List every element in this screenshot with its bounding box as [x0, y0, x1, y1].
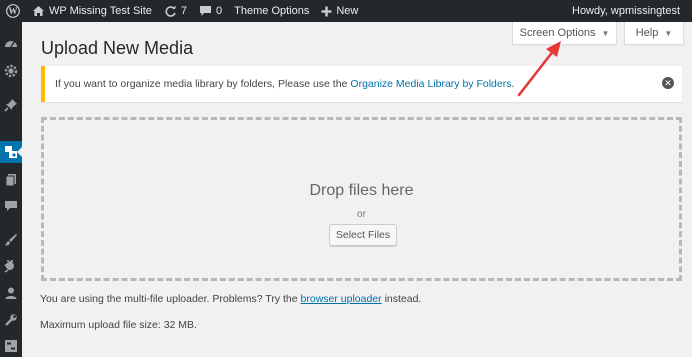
updates-link[interactable]: 7	[158, 0, 193, 22]
uploader-info-suffix: instead.	[384, 293, 422, 305]
appearance-brush-icon[interactable]	[3, 232, 19, 248]
plugins-icon[interactable]	[3, 258, 19, 274]
caret-down-icon: ▼	[664, 28, 673, 38]
plus-icon	[321, 6, 332, 17]
users-icon[interactable]	[3, 285, 19, 301]
help-label: Help	[635, 27, 659, 39]
select-files-button[interactable]: Select Files	[329, 224, 397, 246]
wordpress-logo-icon[interactable]: W	[0, 0, 26, 22]
notice-text: If you want to organize media library by…	[55, 78, 348, 90]
admin-menu	[0, 22, 22, 357]
drop-or-text: or	[357, 209, 366, 220]
tools-wrench-icon[interactable]	[3, 312, 19, 328]
folders-notice: If you want to organize media library by…	[41, 66, 682, 102]
new-content-label: New	[336, 5, 359, 17]
browser-uploader-link[interactable]: browser uploader	[301, 293, 382, 305]
drag-drop-area[interactable]: Drop files here or Select Files	[41, 117, 682, 281]
svg-text:W: W	[9, 6, 18, 16]
comments-link[interactable]: 0	[193, 0, 228, 22]
max-upload-size: Maximum upload file size: 32 MB.	[40, 319, 197, 331]
pages-icon[interactable]	[3, 172, 19, 188]
updates-icon	[164, 5, 177, 18]
settings-sliders-icon[interactable]	[3, 338, 19, 354]
comment-icon	[199, 5, 212, 17]
uploader-info-prefix: You are using the multi-file uploader. P…	[40, 293, 298, 305]
drop-files-heading: Drop files here	[309, 182, 414, 199]
site-name-label: WP Missing Test Site	[49, 5, 152, 17]
media-icon[interactable]	[3, 144, 19, 160]
organize-folders-link[interactable]: Organize Media Library by Folders	[350, 78, 511, 90]
screen-options-button[interactable]: Screen Options ▼	[512, 22, 617, 45]
comments-menu-icon[interactable]	[3, 198, 19, 214]
help-button[interactable]: Help ▼	[624, 22, 684, 45]
gear-icon[interactable]	[3, 63, 19, 79]
updates-count: 7	[180, 5, 188, 17]
site-name-link[interactable]: WP Missing Test Site	[26, 0, 158, 22]
screen-options-label: Screen Options	[519, 27, 596, 39]
dismiss-notice-icon[interactable]: ✕	[662, 77, 674, 89]
page-title: Upload New Media	[41, 38, 194, 58]
comments-count: 0	[216, 5, 223, 17]
new-content-link[interactable]: New	[315, 0, 364, 22]
home-icon	[32, 5, 45, 17]
theme-options-link[interactable]: Theme Options	[228, 0, 315, 22]
posts-pin-icon[interactable]	[3, 97, 19, 113]
caret-down-icon: ▼	[601, 28, 610, 38]
dashboard-icon[interactable]	[3, 36, 19, 52]
my-account-link[interactable]: Howdy, wpmissingtest	[566, 0, 686, 22]
notice-period: .	[511, 78, 515, 90]
uploader-info: You are using the multi-file uploader. P…	[40, 293, 421, 305]
admin-bar: W WP Missing Test Site 7 0 Theme Options…	[0, 0, 692, 22]
